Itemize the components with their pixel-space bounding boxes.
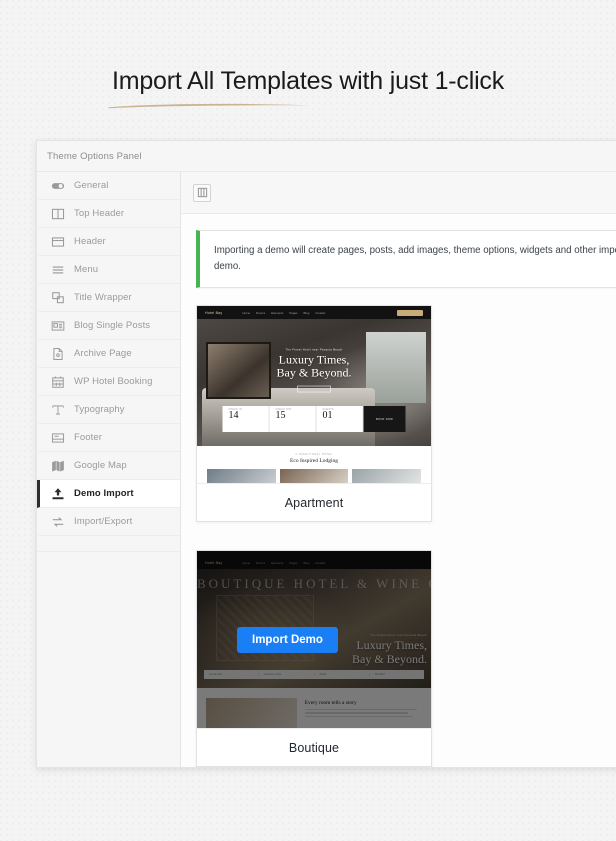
panel-title: Theme Options Panel	[47, 150, 142, 162]
import-demo-button[interactable]: Import Demo	[237, 626, 338, 653]
mini-section-title: Eco Inspired Lodging	[290, 458, 338, 464]
import-notice: Importing a demo will create pages, post…	[196, 230, 616, 288]
mini-hero-title-line1: Luxury Times,	[278, 352, 350, 367]
mini-thumbnail-row	[207, 469, 422, 483]
sidebar-filler	[37, 536, 180, 552]
map-icon	[50, 458, 65, 473]
demo-hover-overlay: Import Demo	[197, 551, 431, 728]
mini-nav-link: Contact	[315, 310, 326, 315]
mini-cta-button	[397, 309, 423, 316]
mini-hero-button	[297, 385, 331, 393]
layout-grid-icon[interactable]	[193, 183, 211, 202]
calendar-icon	[50, 374, 65, 389]
mini-booking-cell: CHECK IN 14	[223, 406, 270, 432]
options-sidebar: General Top Header Header Menu Title Wra…	[37, 172, 181, 767]
sidebar-item-label: Header	[74, 236, 106, 247]
sidebar-item-label: General	[74, 180, 109, 191]
demo-card-title: Boutique	[197, 729, 431, 766]
sidebar-item-label: Top Header	[74, 208, 125, 219]
footer-icon	[50, 430, 65, 445]
sidebar-item-label: Menu	[74, 264, 99, 275]
mini-hero-kicker: The Finest Hotel near Panama Beach	[285, 347, 343, 352]
mini-nav-link: Elements	[271, 310, 284, 315]
sidebar-item-header[interactable]: Header	[37, 228, 180, 256]
mini-hero: The Finest Hotel near Panama Beach Luxur…	[197, 319, 431, 446]
mini-hero-text: The Finest Hotel near Panama Beach Luxur…	[197, 347, 431, 393]
exchange-arrows-icon	[50, 514, 65, 529]
sidebar-item-blog-single-posts[interactable]: Blog Single Posts	[37, 312, 180, 340]
sidebar-item-label: Footer	[74, 432, 103, 443]
sidebar-item-footer[interactable]: Footer	[37, 424, 180, 452]
page-headline-block: Import All Templates with just 1-click	[0, 66, 616, 109]
sidebar-item-top-header[interactable]: Top Header	[37, 200, 180, 228]
rectangle-icon	[50, 234, 65, 249]
mini-logo: Hotel Bay	[205, 310, 223, 315]
text-type-icon	[50, 402, 65, 417]
sidebar-item-import-export[interactable]: Import/Export	[37, 508, 180, 536]
sidebar-item-label: Title Wrapper	[74, 292, 132, 303]
mini-booking-widget: CHECK IN 14 CHECK OUT 15 GUESTS 01 BOOK …	[222, 406, 406, 432]
demo-cards-grid: Hotel Bay Home Rooms Elements Pages Blog…	[196, 305, 616, 767]
headline-underline-stroke	[108, 103, 311, 109]
mini-thumb	[207, 469, 276, 483]
sidebar-item-google-map[interactable]: Google Map	[37, 452, 180, 480]
content-scroll-region[interactable]: Importing a demo will create pages, post…	[181, 214, 616, 767]
panel-body: General Top Header Header Menu Title Wra…	[37, 172, 616, 767]
sidebar-item-archive-page[interactable]: Archive Page	[37, 340, 180, 368]
mini-nav-link: Blog	[303, 310, 310, 315]
mini-site-mockup: Hotel Bay Home Rooms Elements Pages Blog…	[197, 306, 431, 483]
mini-booking-button: BOOK NOW	[363, 406, 406, 432]
upload-icon	[50, 486, 65, 501]
demo-thumbnail: Hotel Bay Home Rooms Elements Pages Blog…	[197, 551, 431, 729]
mini-nav-link: Home	[242, 310, 251, 315]
sidebar-item-label: Archive Page	[74, 348, 132, 359]
sidebar-item-label: Typography	[74, 404, 125, 415]
demo-card-boutique[interactable]: Hotel Bay Home Rooms Elements Pages Blog…	[196, 550, 432, 767]
hamburger-icon	[50, 262, 65, 277]
demo-card-apartment[interactable]: Hotel Bay Home Rooms Elements Pages Blog…	[196, 305, 432, 522]
demo-card-title: Apartment	[197, 484, 431, 521]
mini-section-kicker: A TRADITIONAL HOTEL	[295, 453, 333, 456]
content-toolbar	[181, 172, 616, 214]
sidebar-item-title-wrapper[interactable]: Title Wrapper	[37, 284, 180, 312]
panel-titlebar: Theme Options Panel	[37, 141, 616, 172]
sidebar-item-wp-hotel-booking[interactable]: WP Hotel Booking	[37, 368, 180, 396]
mini-thumb	[279, 469, 349, 483]
mini-nav-links: Home Rooms Elements Pages Blog Contact	[242, 311, 325, 315]
layers-icon	[50, 290, 65, 305]
options-content-area: Importing a demo will create pages, post…	[181, 172, 616, 767]
sidebar-item-demo-import[interactable]: Demo Import	[37, 480, 180, 508]
mini-booking-value: 15	[275, 410, 286, 421]
sidebar-item-label: Import/Export	[74, 516, 133, 527]
sidebar-item-label: WP Hotel Booking	[74, 376, 153, 387]
mini-nav-link: Rooms	[256, 310, 266, 315]
mini-booking-value: 14	[228, 410, 239, 421]
sidebar-item-menu[interactable]: Menu	[37, 256, 180, 284]
demo-thumbnail: Hotel Bay Home Rooms Elements Pages Blog…	[197, 306, 431, 484]
theme-options-panel-window: Theme Options Panel General Top Header H…	[36, 140, 616, 768]
mini-nav-link: Pages	[289, 310, 298, 315]
mini-booking-value: 01	[322, 410, 333, 421]
id-card-icon	[50, 318, 65, 333]
import-notice-text: Importing a demo will create pages, post…	[214, 245, 616, 272]
mini-booking-cell: CHECK OUT 15	[270, 406, 317, 432]
sidebar-item-typography[interactable]: Typography	[37, 396, 180, 424]
sidebar-item-general[interactable]: General	[37, 172, 180, 200]
toggle-icon	[50, 178, 65, 193]
columns-icon	[50, 206, 65, 221]
sidebar-item-label: Google Map	[74, 460, 127, 471]
mini-hero-title-line2: Bay & Beyond.	[276, 365, 352, 380]
mini-section: A TRADITIONAL HOTEL Eco Inspired Lodging	[197, 446, 431, 483]
mini-booking-cell: GUESTS 01	[317, 406, 364, 432]
mini-thumb	[352, 469, 422, 483]
document-icon	[50, 346, 65, 361]
sidebar-item-label: Blog Single Posts	[74, 320, 151, 331]
sidebar-item-label: Demo Import	[74, 488, 134, 499]
page-title: Import All Templates with just 1-click	[111, 67, 505, 95]
mini-navbar: Hotel Bay Home Rooms Elements Pages Blog…	[197, 306, 431, 319]
